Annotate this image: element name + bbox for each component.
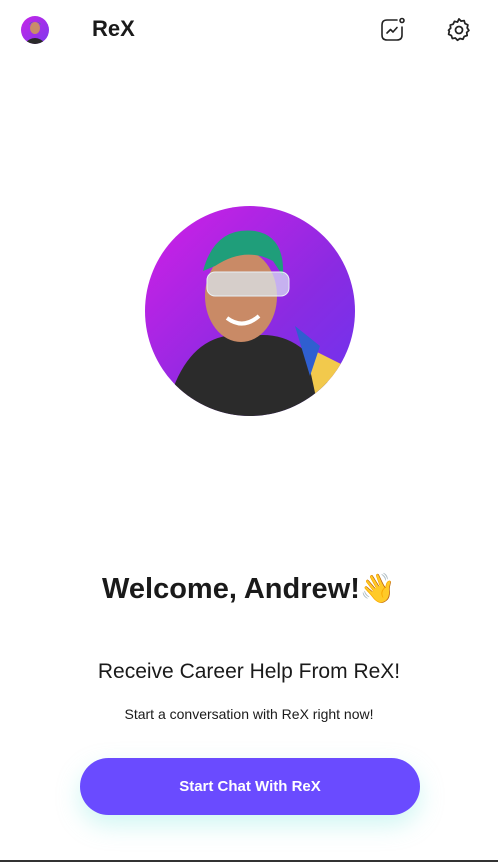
gear-icon[interactable] (445, 16, 473, 44)
analytics-icon[interactable] (378, 16, 406, 44)
rex-avatar (145, 206, 355, 416)
app-title: ReX (92, 16, 135, 41)
app-header: ReX (0, 0, 498, 60)
waving-hand-icon: 👋 (359, 573, 396, 605)
user-avatar[interactable] (21, 16, 49, 44)
start-chat-button[interactable]: Start Chat With ReX (80, 758, 420, 815)
subtitle: Receive Career Help From ReX! (97, 660, 401, 683)
welcome-text: Welcome, Andrew! (102, 573, 360, 605)
welcome-heading: Welcome, Andrew!👋 (0, 572, 498, 606)
description: Start a conversation with ReX right now! (124, 706, 374, 722)
